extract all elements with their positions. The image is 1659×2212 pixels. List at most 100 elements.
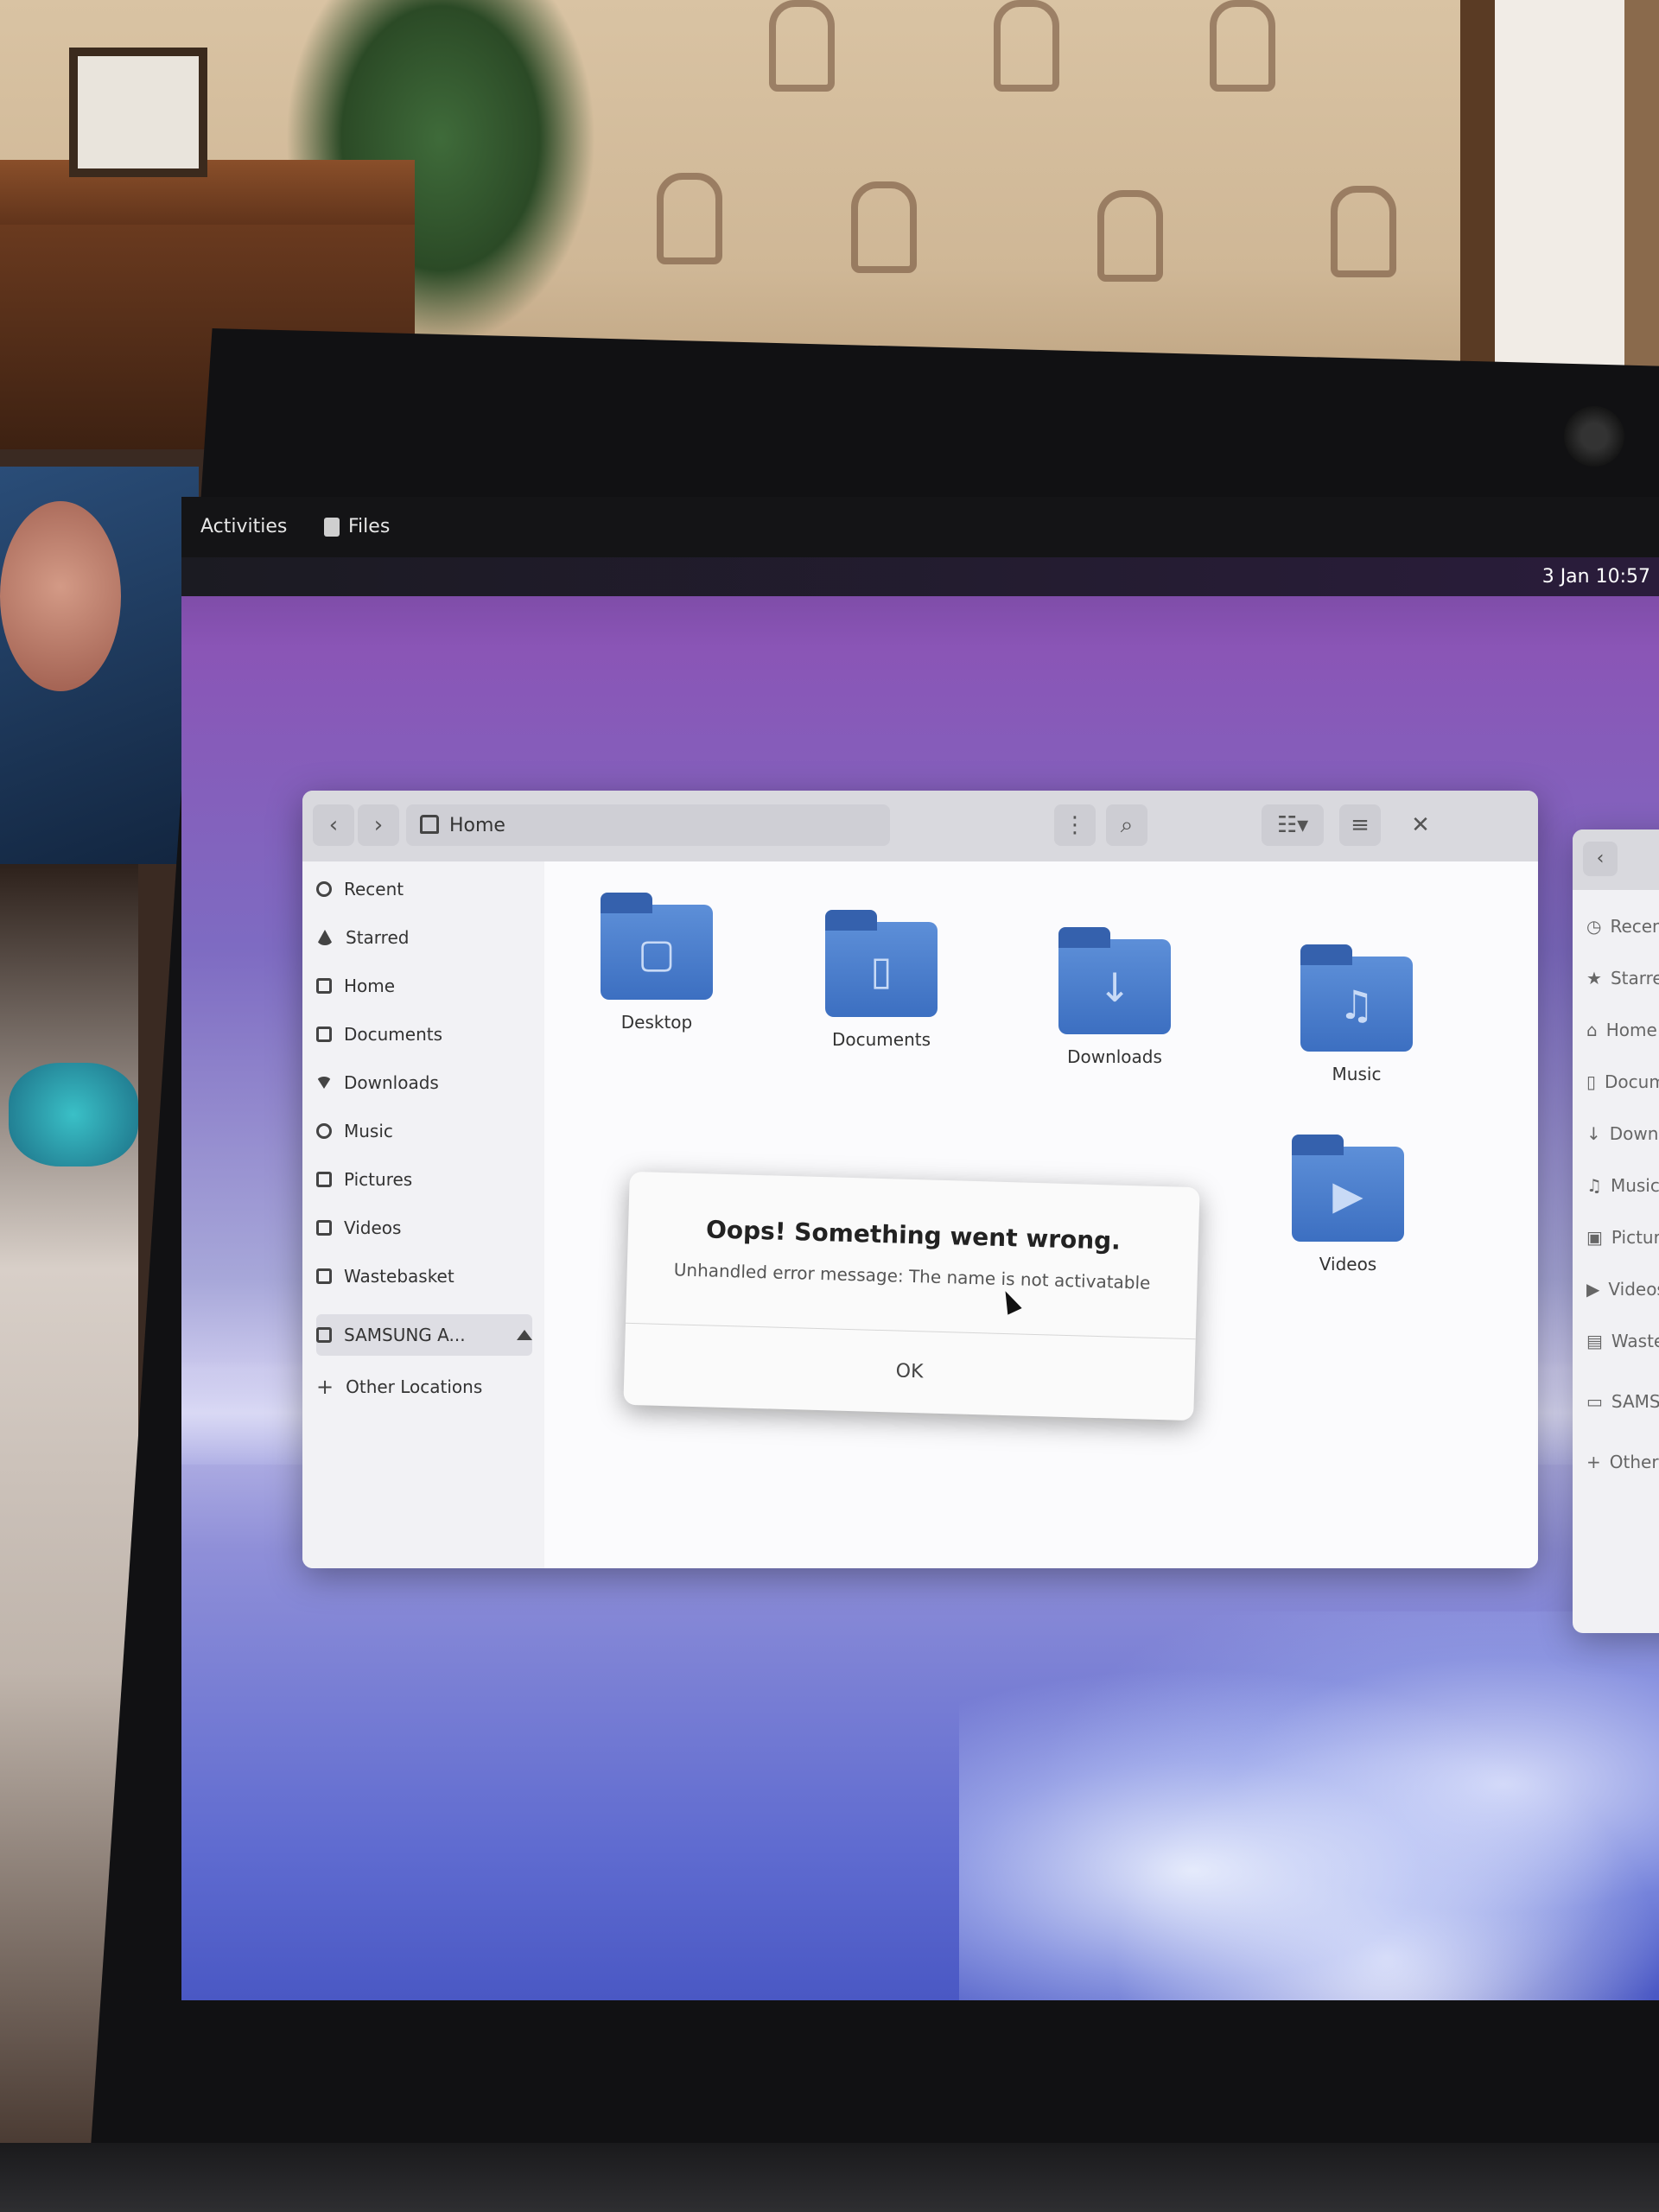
close-icon: ✕ — [1411, 812, 1430, 838]
second-back-button[interactable]: ‹ — [1583, 842, 1618, 876]
view-options-button[interactable]: ☷▾ — [1262, 804, 1324, 846]
wallpaper-snowy-trees — [959, 1611, 1659, 2000]
sidebar-item-videos[interactable]: Videos — [316, 1207, 532, 1249]
sort-options-icon: ☷▾ — [1276, 812, 1309, 838]
webcam — [1564, 406, 1624, 467]
folder-label: Documents — [831, 1029, 931, 1050]
app-menu-files[interactable]: Files — [324, 516, 390, 537]
sidebar-item-label: Other Locations — [346, 1376, 483, 1397]
sidebar-item-starred[interactable]: Starred — [316, 917, 532, 958]
second-sidebar-item[interactable]: ▶Videos — [1586, 1279, 1659, 1300]
second-sidebar-item[interactable]: +Other Locations — [1586, 1452, 1659, 1472]
folder-desktop[interactable]: ▢ Desktop — [579, 893, 734, 1033]
files-headerbar: ‹ › Home ⋮ ⌕ ☷▾ ≡ ✕ — [302, 791, 1538, 862]
laptop-base — [0, 2143, 1659, 2212]
dialog-message: Unhandled error message: The name is not… — [673, 1259, 1151, 1294]
sidebar-item-label: Downloads — [344, 1072, 439, 1093]
second-sidebar-item[interactable]: ▤Wastebasket — [1586, 1331, 1659, 1351]
trash-icon — [316, 1268, 332, 1284]
music-icon: ♫ — [1586, 1175, 1602, 1196]
second-sidebar-item[interactable]: ◷Recent — [1586, 916, 1659, 937]
music-folder-icon: ♫ — [1300, 944, 1413, 1052]
home-icon: ⌂ — [1586, 1020, 1598, 1040]
wallpaper-motif — [769, 0, 835, 92]
sidebar-item-downloads[interactable]: Downloads — [316, 1062, 532, 1103]
second-sidebar-item[interactable]: ▭SAMSUNG — [1586, 1391, 1659, 1412]
main-menu-button[interactable]: ≡ — [1339, 804, 1381, 846]
wallpaper-motif — [1210, 0, 1275, 92]
second-sidebar-item[interactable]: ⌂ Home — [1586, 1020, 1657, 1040]
gnome-top-bar: Activities Files — [181, 497, 1659, 557]
sidebar-item-wastebasket[interactable]: Wastebasket — [316, 1255, 532, 1297]
clock-icon: ◷ — [1586, 916, 1602, 937]
sidebar-item-label: Pictures — [344, 1169, 413, 1190]
activities-button[interactable]: Activities — [200, 516, 287, 537]
home-icon — [420, 815, 439, 834]
wallpaper-motif — [851, 181, 917, 273]
toy-figure — [9, 1063, 138, 1166]
ok-button[interactable]: OK — [623, 1324, 1195, 1421]
second-sidebar-item[interactable]: ▯Documents — [1586, 1071, 1659, 1092]
second-sidebar-item[interactable]: ▣Pictures — [1586, 1227, 1659, 1248]
sidebar-item-pictures[interactable]: Pictures — [316, 1159, 532, 1200]
eject-icon[interactable] — [517, 1330, 532, 1340]
download-icon: ↓ — [1586, 1123, 1601, 1144]
second-sidebar-item[interactable]: ♫ Music — [1586, 1175, 1659, 1196]
sidebar-item-music[interactable]: Music — [316, 1110, 532, 1152]
laptop-screen: Activities Files 3 Jan 10:57 ‹ › Home ⋮ … — [181, 497, 1659, 2000]
sidebar-item-samsung-drive[interactable]: SAMSUNG A... — [316, 1314, 532, 1356]
folder-label: Desktop — [620, 1012, 693, 1033]
video-icon — [316, 1220, 332, 1236]
clock-icon — [316, 881, 332, 897]
documents-folder-icon: ▯ — [825, 910, 938, 1017]
star-icon — [316, 930, 334, 945]
close-button[interactable]: ✕ — [1400, 804, 1441, 846]
back-button[interactable]: ‹ — [313, 804, 354, 846]
second-sidebar-item[interactable]: ↓Downloads — [1586, 1123, 1659, 1144]
folder-label: Videos — [1319, 1254, 1377, 1274]
wallpaper-motif — [1331, 186, 1396, 277]
sidebar-item-documents[interactable]: Documents — [316, 1014, 532, 1055]
path-bar[interactable]: Home — [406, 804, 890, 846]
chevron-right-icon: › — [373, 812, 384, 838]
star-icon: ★ — [1586, 968, 1602, 988]
folder-label: Downloads — [1067, 1046, 1162, 1067]
sidebar-item-home[interactable]: Home — [316, 965, 532, 1007]
search-button[interactable]: ⌕ — [1106, 804, 1147, 846]
sidebar-item-recent[interactable]: Recent — [316, 868, 532, 910]
folder-downloads[interactable]: ↓ Downloads — [1037, 927, 1192, 1067]
background-tv-screen — [0, 467, 199, 864]
files-sidebar: Recent Starred Home Documents Downloads … — [302, 861, 545, 1568]
kebab-menu-icon: ⋮ — [1064, 812, 1086, 838]
sidebar-item-label: Documents — [344, 1024, 443, 1045]
sidebar-item-label: Videos — [344, 1217, 402, 1238]
clock[interactable]: 3 Jan 10:57 — [1542, 566, 1650, 588]
clock-strip: 3 Jan 10:57 — [181, 557, 1659, 596]
folder-documents[interactable]: ▯ Documents — [804, 910, 959, 1050]
downloads-folder-icon: ↓ — [1058, 927, 1171, 1034]
chevron-left-icon: ‹ — [328, 812, 339, 838]
second-files-window: ‹ ◷Recent ★Starred ⌂Home ▯Documents ↓Dow… — [1573, 830, 1659, 1633]
picture-icon: ▣ — [1586, 1227, 1603, 1248]
second-sidebar-item[interactable]: ★Starred — [1586, 968, 1659, 988]
sidebar-item-label: Music — [344, 1121, 393, 1141]
sidebar-item-label: Starred — [346, 927, 410, 948]
second-window-headerbar: ‹ — [1573, 830, 1659, 890]
document-icon — [316, 1027, 332, 1042]
error-dialog: Oops! Something went wrong. Unhandled er… — [623, 1171, 1200, 1421]
desktop-folder-icon: ▢ — [601, 893, 713, 1000]
folder-music[interactable]: ♫ Music — [1279, 944, 1434, 1084]
forward-button[interactable]: › — [358, 804, 399, 846]
path-home-label: Home — [449, 815, 505, 836]
search-icon: ⌕ — [1120, 812, 1134, 838]
sidebar-item-label: Wastebasket — [344, 1266, 454, 1287]
wallpaper-motif — [994, 0, 1059, 92]
folder-videos[interactable]: ▶ Videos — [1270, 1135, 1426, 1274]
music-icon — [316, 1123, 332, 1139]
sidebar-item-other-locations[interactable]: + Other Locations — [316, 1366, 532, 1408]
plus-icon: + — [316, 1375, 334, 1399]
video-icon: ▶ — [1586, 1279, 1600, 1300]
trash-icon: ▤ — [1586, 1331, 1603, 1351]
path-menu-button[interactable]: ⋮ — [1054, 804, 1096, 846]
download-icon — [316, 1077, 332, 1089]
